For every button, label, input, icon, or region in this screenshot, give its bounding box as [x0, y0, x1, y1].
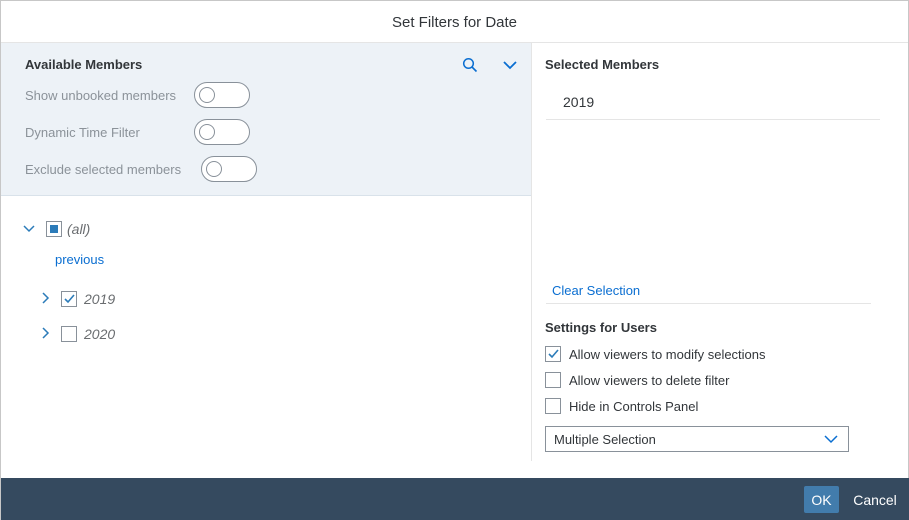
hide-controls-checkbox[interactable] — [545, 398, 561, 414]
switch-knob — [199, 124, 215, 140]
chevron-down-icon[interactable] — [22, 222, 36, 236]
chevron-down-icon — [824, 435, 838, 444]
allow-modify-checkbox[interactable] — [545, 346, 561, 362]
allow-modify-row[interactable]: Allow viewers to modify selections — [545, 344, 766, 364]
hide-controls-row[interactable]: Hide in Controls Panel — [545, 396, 698, 416]
exclude-selected-switch[interactable] — [201, 156, 257, 182]
cancel-button[interactable]: Cancel — [848, 486, 902, 513]
exclude-selected-label: Exclude selected members — [25, 161, 182, 177]
panel-divider — [531, 43, 532, 461]
allow-delete-label: Allow viewers to delete filter — [569, 372, 730, 388]
chevron-right-icon[interactable] — [39, 326, 53, 340]
all-members-label: (all) — [67, 221, 91, 237]
show-unbooked-switch[interactable] — [194, 82, 250, 108]
allow-delete-checkbox[interactable] — [545, 372, 561, 388]
member-2020-label: 2020 — [84, 326, 116, 342]
chevron-down-icon[interactable] — [499, 54, 521, 76]
available-members-header: Available Members Show unbooked members — [1, 43, 531, 196]
switch-knob — [199, 87, 215, 103]
available-members-title: Available Members — [25, 57, 143, 72]
allow-modify-label: Allow viewers to modify selections — [569, 346, 766, 362]
all-members-checkbox[interactable] — [46, 221, 62, 237]
selection-mode-select[interactable]: Multiple Selection — [545, 426, 849, 452]
available-members-panel: Available Members Show unbooked members — [1, 43, 531, 461]
exclude-selected-row: Exclude selected members — [25, 155, 181, 183]
dynamic-time-row: Dynamic Time Filter — [25, 118, 140, 146]
clear-selection-link[interactable]: Clear Selection — [546, 283, 871, 304]
settings-for-users-title: Settings for Users — [545, 320, 657, 335]
ok-button[interactable]: OK — [804, 486, 839, 513]
member-2020-checkbox[interactable] — [61, 326, 77, 342]
set-filters-dialog: Set Filters for Date Available Members S… — [0, 0, 909, 520]
search-icon[interactable] — [459, 54, 481, 76]
show-unbooked-row: Show unbooked members — [25, 81, 176, 109]
dialog-header: Set Filters for Date — [1, 1, 908, 43]
selection-mode-value: Multiple Selection — [554, 432, 656, 447]
checkmark-icon — [548, 349, 559, 359]
switch-knob — [206, 161, 222, 177]
member-2019-checkbox[interactable] — [61, 291, 77, 307]
previous-link[interactable]: previous — [55, 252, 104, 267]
dynamic-time-label: Dynamic Time Filter — [25, 124, 140, 140]
selected-member-item[interactable]: 2019 — [546, 87, 880, 120]
member-2019-label: 2019 — [84, 291, 116, 307]
hide-controls-label: Hide in Controls Panel — [569, 398, 699, 414]
show-unbooked-label: Show unbooked members — [25, 87, 177, 103]
dynamic-time-switch[interactable] — [194, 119, 250, 145]
chevron-right-icon[interactable] — [39, 291, 53, 305]
dialog-footer: OK Cancel — [1, 478, 909, 520]
dialog-title: Set Filters for Date — [391, 14, 518, 31]
allow-delete-row[interactable]: Allow viewers to delete filter — [545, 370, 729, 390]
checkmark-icon — [64, 294, 75, 304]
selected-members-title: Selected Members — [545, 57, 660, 72]
